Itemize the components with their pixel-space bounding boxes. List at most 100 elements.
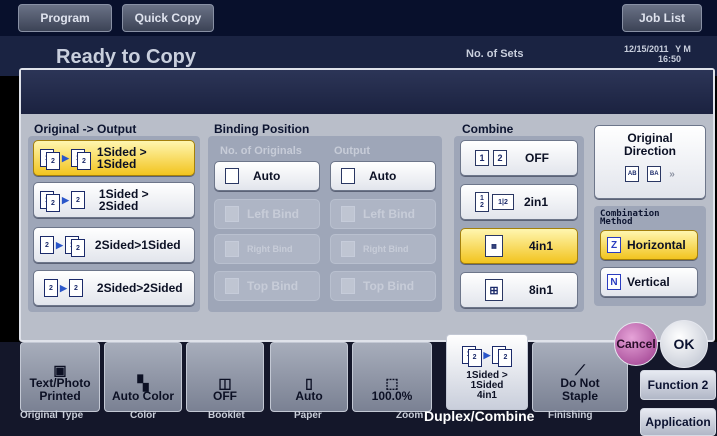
output-top-bind-button: Top Bind bbox=[330, 271, 436, 301]
cancel-button[interactable]: Cancel bbox=[614, 322, 658, 366]
output-right-bind-button: Right Bind bbox=[330, 234, 436, 264]
duplex-2-2-label: 2Sided>2Sided bbox=[96, 281, 183, 295]
combine-8in1-label: 8in1 bbox=[529, 283, 554, 297]
dialog-header bbox=[21, 70, 713, 114]
combine-2in1-icon: 1 2 1|2 bbox=[475, 192, 514, 212]
tab-quick-copy[interactable]: Quick Copy bbox=[122, 4, 214, 32]
date-time: 12/15/2011 Y M 16:50 bbox=[624, 44, 691, 64]
originals-right-bind-label: Right Bind bbox=[247, 244, 293, 254]
caption-zoom: Zoom bbox=[396, 410, 424, 421]
function2-button[interactable]: Function 2 bbox=[640, 370, 716, 400]
originals-auto-button[interactable]: Auto bbox=[214, 161, 320, 191]
toner-indicator: Y M bbox=[675, 44, 691, 54]
date-text: 12/15/2011 bbox=[624, 44, 669, 54]
original-direction-label: Original Direction bbox=[623, 131, 676, 158]
tile-duplex-combine[interactable]: 12▶12 1Sided > 1Sided 4in1 bbox=[446, 334, 528, 410]
output-label: Output bbox=[334, 145, 371, 157]
output-auto-label: Auto bbox=[369, 169, 397, 183]
combine-4in1-icon: ▦ bbox=[485, 235, 503, 257]
tile-zoom-label: 100.0% bbox=[371, 389, 413, 403]
duplex-2-1-icon: 2▶12 bbox=[40, 233, 85, 257]
left-bind-icon bbox=[225, 206, 239, 222]
caption-original-type: Original Type bbox=[20, 410, 84, 421]
originals-left-bind-button: Left Bind bbox=[214, 199, 320, 229]
tile-color[interactable]: ▚ Auto Color bbox=[104, 342, 182, 412]
duplex-1-2-button[interactable]: 12▶2 1Sided > 2Sided bbox=[33, 182, 195, 218]
duplex-combine-icon: 12▶12 bbox=[461, 343, 513, 367]
ok-button[interactable]: OK bbox=[660, 320, 708, 368]
caption-color: Color bbox=[130, 410, 157, 421]
tile-original-type-label: Text/Photo Printed bbox=[29, 376, 91, 403]
caption-finishing: Finishing bbox=[548, 410, 593, 421]
bind-auto-icon bbox=[341, 168, 355, 184]
output-left-bind-button: Left Bind bbox=[330, 199, 436, 229]
tile-original-type[interactable]: ▣ Text/Photo Printed bbox=[20, 342, 100, 412]
tile-booklet[interactable]: ◫ OFF bbox=[186, 342, 264, 412]
originals-top-bind-label: Top Bind bbox=[247, 279, 299, 293]
vertical-label: Vertical bbox=[627, 275, 670, 289]
duplex-2-2-button[interactable]: 2 ▶ 2 2Sided>2Sided bbox=[33, 270, 195, 306]
sets-label: No. of Sets bbox=[466, 48, 524, 60]
left-bind-icon bbox=[341, 206, 355, 222]
no-of-originals-label: No. of Originals bbox=[220, 145, 302, 157]
originals-left-bind-label: Left Bind bbox=[247, 207, 299, 221]
duplex-1-1-button[interactable]: 12▶12 1Sided > 1Sided bbox=[33, 140, 195, 176]
originals-right-bind-button: Right Bind bbox=[214, 234, 320, 264]
binding-position-label: Binding Position bbox=[214, 122, 310, 136]
tile-color-label: Auto Color bbox=[112, 389, 174, 403]
top-bind-icon bbox=[225, 278, 239, 294]
application-button[interactable]: Application bbox=[640, 408, 716, 436]
duplex-1-1-label: 1Sided > 1Sided bbox=[96, 145, 147, 171]
originals-top-bind-button: Top Bind bbox=[214, 271, 320, 301]
duplex-2-1-button[interactable]: 2▶12 2Sided>1Sided bbox=[33, 227, 195, 263]
horizontal-label: Horizontal bbox=[627, 238, 686, 252]
duplex-2-1-label: 2Sided>1Sided bbox=[94, 238, 181, 252]
vertical-button[interactable]: N Vertical bbox=[600, 267, 698, 297]
bind-auto-icon bbox=[225, 168, 239, 184]
tile-zoom[interactable]: ⬚ 100.0% bbox=[352, 342, 432, 412]
combine-2in1-button[interactable]: 1 2 1|2 2in1 bbox=[460, 184, 578, 220]
combine-label: Combine bbox=[462, 122, 514, 136]
combine-off-label: OFF bbox=[525, 151, 549, 165]
horizontal-icon: Z bbox=[607, 237, 621, 253]
original-direction-button[interactable]: Original Direction AB BA» bbox=[594, 125, 706, 199]
direction-icon: AB BA» bbox=[625, 166, 675, 182]
caption-paper: Paper bbox=[294, 410, 322, 421]
combine-4in1-button[interactable]: ▦ 4in1 bbox=[460, 228, 578, 264]
combine-8in1-button[interactable]: ⊞ 8in1 bbox=[460, 272, 578, 308]
combination-method-label: Combination Method bbox=[600, 209, 660, 227]
duplex-2-2-icon: 2 ▶ 2 bbox=[44, 279, 83, 297]
tile-finishing-label: Do Not Staple bbox=[560, 376, 600, 403]
right-bind-icon bbox=[341, 241, 355, 257]
combine-8in1-icon: ⊞ bbox=[485, 279, 503, 301]
originals-auto-label: Auto bbox=[253, 169, 281, 183]
combine-2in1-label: 2in1 bbox=[524, 195, 549, 209]
top-bind-icon bbox=[341, 278, 355, 294]
chevron-right-icon: » bbox=[669, 168, 675, 180]
horizontal-button[interactable]: Z Horizontal bbox=[600, 230, 698, 260]
output-left-bind-label: Left Bind bbox=[363, 207, 415, 221]
output-right-bind-label: Right Bind bbox=[363, 244, 409, 254]
combine-off-button[interactable]: 12 OFF bbox=[460, 140, 578, 176]
duplex-1-2-icon: 12▶2 bbox=[40, 188, 85, 212]
vertical-icon: N bbox=[607, 274, 621, 290]
duplex-1-1-icon: 12▶12 bbox=[40, 146, 91, 170]
duplex-1-2-label: 1Sided > 2Sided bbox=[98, 187, 149, 213]
tile-paper[interactable]: ▯ Auto bbox=[270, 342, 348, 412]
tile-paper-label: Auto bbox=[295, 389, 323, 403]
time-text: 16:50 bbox=[658, 54, 682, 64]
tab-program[interactable]: Program bbox=[18, 4, 112, 32]
caption-booklet: Booklet bbox=[208, 410, 245, 421]
original-output-label: Original -> Output bbox=[34, 122, 137, 136]
right-bind-icon bbox=[225, 241, 239, 257]
tile-booklet-label: OFF bbox=[213, 389, 237, 403]
tile-finishing[interactable]: ⟋ Do Not Staple bbox=[532, 342, 628, 412]
tile-duplex-combine-label: 1Sided > 1Sided 4in1 bbox=[466, 370, 508, 401]
combine-off-icon: 12 bbox=[475, 150, 507, 166]
status-title: Ready to Copy bbox=[56, 46, 197, 68]
caption-duplex-combine: Duplex/Combine bbox=[424, 408, 535, 424]
output-top-bind-label: Top Bind bbox=[363, 279, 415, 293]
job-list-button[interactable]: Job List bbox=[622, 4, 702, 32]
combine-4in1-label: 4in1 bbox=[529, 239, 554, 253]
output-auto-button[interactable]: Auto bbox=[330, 161, 436, 191]
